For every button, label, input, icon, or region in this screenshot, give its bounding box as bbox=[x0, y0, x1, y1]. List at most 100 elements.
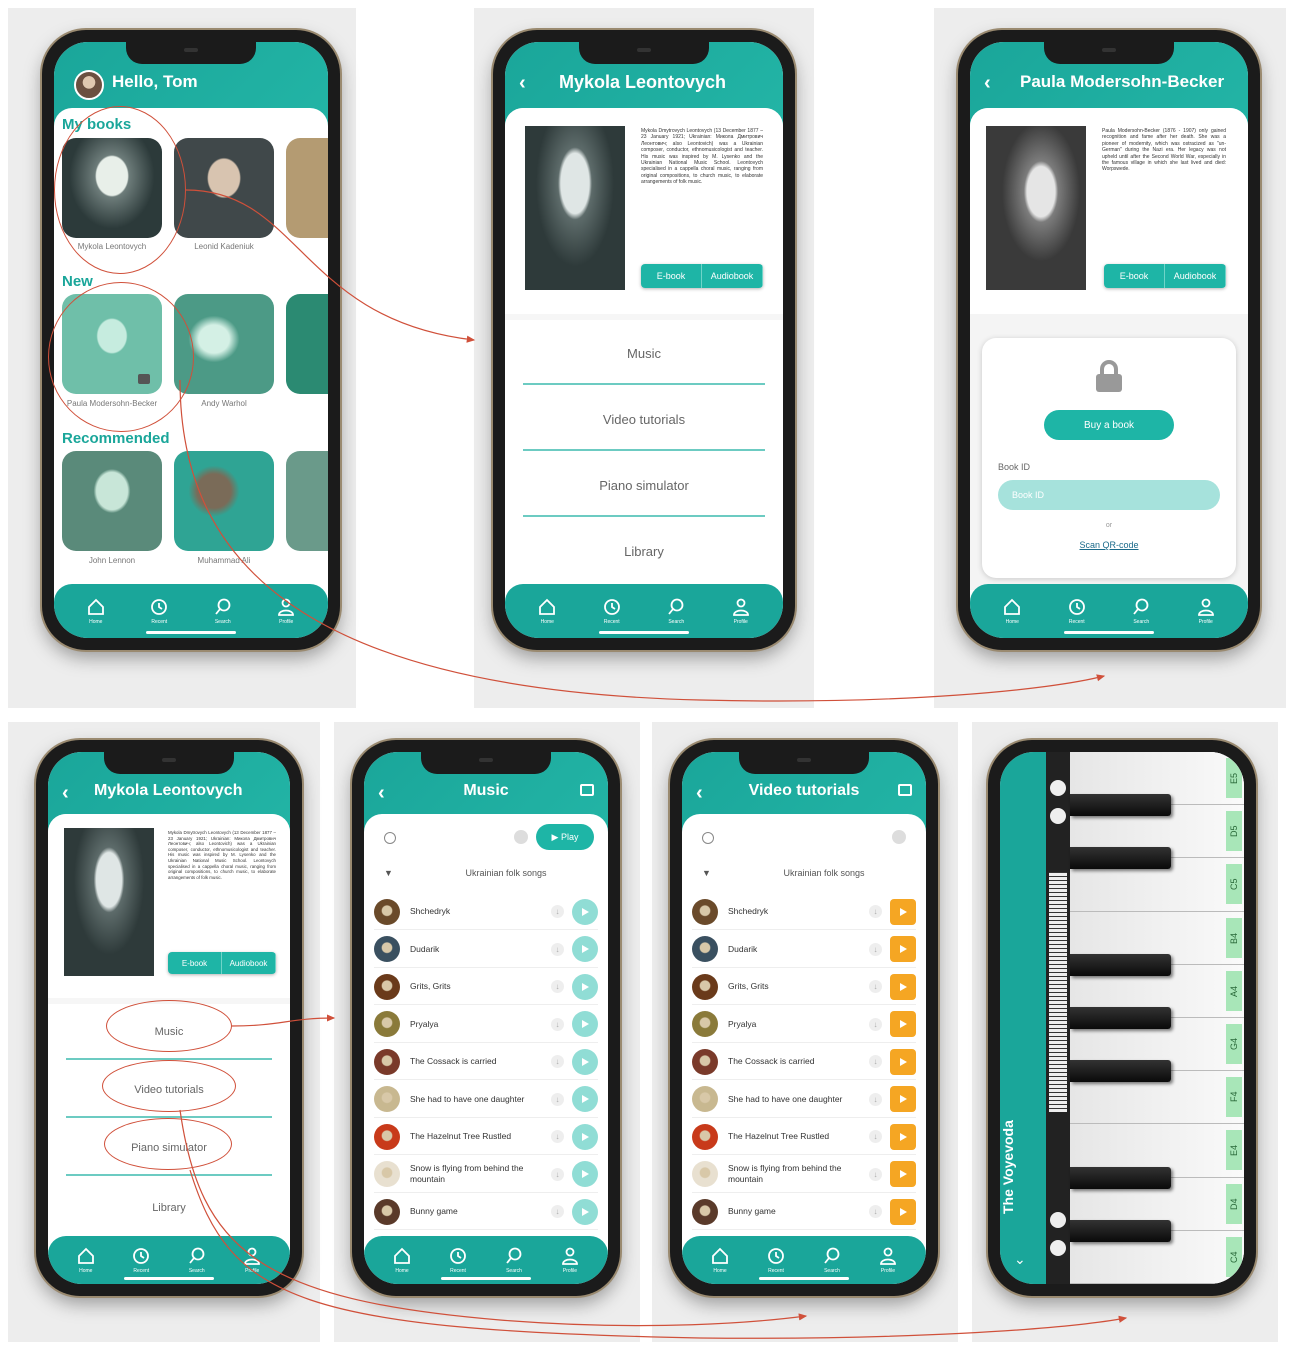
black-key[interactable] bbox=[1070, 953, 1171, 976]
download-all-icon[interactable] bbox=[892, 830, 906, 844]
play-icon[interactable] bbox=[572, 1011, 598, 1037]
tab-profile[interactable]: Profile bbox=[560, 1246, 580, 1274]
download-icon[interactable]: ↓ bbox=[869, 1205, 882, 1218]
play-icon[interactable] bbox=[890, 973, 916, 1000]
download-icon[interactable]: ↓ bbox=[869, 1055, 882, 1068]
download-icon[interactable]: ↓ bbox=[869, 1092, 882, 1106]
shuffle-icon[interactable] bbox=[580, 784, 594, 796]
playlist-header[interactable]: ▼ Ukrainian folk songs bbox=[702, 868, 916, 878]
menu-library[interactable]: Library bbox=[523, 544, 765, 581]
tab-home[interactable]: Home bbox=[710, 1246, 730, 1274]
scroll-down-icon[interactable] bbox=[1050, 1240, 1066, 1256]
ebook-button[interactable]: E-book bbox=[168, 952, 222, 974]
tab-search[interactable]: Search bbox=[187, 1246, 207, 1274]
ebook-button[interactable]: E-book bbox=[1104, 264, 1165, 288]
back-icon[interactable]: ‹ bbox=[62, 782, 69, 805]
play-icon[interactable] bbox=[890, 898, 916, 925]
song-row[interactable]: Pryalya ↓ bbox=[692, 1007, 916, 1043]
book-id-input[interactable]: Book ID bbox=[998, 480, 1220, 510]
song-row[interactable]: The Cossack is carried ↓ bbox=[374, 1044, 598, 1080]
song-row[interactable]: Pryalya ↓ bbox=[374, 1007, 598, 1043]
play-all-button[interactable]: ▶ Play bbox=[536, 824, 594, 850]
song-row[interactable]: She had to have one daughter ↓ bbox=[692, 1082, 916, 1118]
shuffle-icon[interactable] bbox=[898, 784, 912, 796]
song-row[interactable]: She had to have one daughter ↓ bbox=[374, 1082, 598, 1118]
tab-profile[interactable]: Profile bbox=[878, 1246, 898, 1274]
play-icon[interactable] bbox=[572, 1123, 598, 1150]
menu-library[interactable]: Library bbox=[66, 1202, 272, 1236]
menu-video-tutorials[interactable]: Video tutorials bbox=[523, 412, 765, 451]
play-icon[interactable] bbox=[572, 1048, 598, 1075]
song-row[interactable]: Snow is flying from behind the mountain ↓ bbox=[692, 1157, 916, 1193]
download-icon[interactable]: ↓ bbox=[869, 1167, 882, 1181]
download-icon[interactable]: ↓ bbox=[551, 1017, 564, 1031]
song-row[interactable]: Shchedryk ↓ bbox=[374, 894, 598, 930]
book-more[interactable] bbox=[286, 451, 328, 551]
song-row[interactable]: Snow is flying from behind the mountain ↓ bbox=[374, 1157, 598, 1193]
play-icon[interactable] bbox=[572, 1198, 598, 1225]
download-icon[interactable]: ↓ bbox=[551, 1167, 564, 1181]
tab-recent[interactable]: Recent bbox=[149, 597, 169, 625]
audiobook-button[interactable]: Audiobook bbox=[702, 264, 763, 288]
black-key[interactable] bbox=[1070, 1007, 1171, 1029]
play-icon[interactable] bbox=[890, 1123, 916, 1150]
download-icon[interactable]: ↓ bbox=[551, 1205, 564, 1218]
play-icon[interactable] bbox=[572, 973, 598, 1000]
tab-profile[interactable]: Profile bbox=[242, 1246, 262, 1274]
black-key[interactable] bbox=[1070, 847, 1171, 870]
back-icon[interactable]: ‹ bbox=[519, 72, 526, 95]
tab-profile[interactable]: Profile bbox=[731, 597, 751, 625]
song-row[interactable]: Dudarik ↓ bbox=[374, 932, 598, 968]
download-icon[interactable]: ↓ bbox=[551, 1055, 564, 1068]
tab-recent[interactable]: Recent bbox=[1067, 597, 1087, 625]
play-icon[interactable] bbox=[572, 1161, 598, 1187]
download-icon[interactable]: ↓ bbox=[869, 1017, 882, 1031]
search-icon[interactable] bbox=[702, 832, 714, 844]
song-row[interactable]: Grits, Grits ↓ bbox=[692, 969, 916, 1005]
keyboard-minimap[interactable] bbox=[1049, 872, 1067, 1112]
scroll-up-icon[interactable] bbox=[1050, 780, 1066, 796]
tab-profile[interactable]: Profile bbox=[1196, 597, 1216, 625]
play-icon[interactable] bbox=[890, 1011, 916, 1037]
song-row[interactable]: Shchedryk ↓ bbox=[692, 894, 916, 930]
black-key[interactable] bbox=[1070, 1219, 1171, 1242]
book-kadeniuk[interactable] bbox=[174, 138, 274, 238]
download-all-icon[interactable] bbox=[514, 830, 528, 844]
tab-home[interactable]: Home bbox=[1002, 597, 1022, 625]
book-lennon[interactable] bbox=[62, 451, 162, 551]
scroll-down-icon[interactable] bbox=[1050, 1212, 1066, 1228]
book-ali[interactable] bbox=[174, 451, 274, 551]
tab-search[interactable]: Search bbox=[213, 597, 233, 625]
menu-piano-simulator[interactable]: Piano simulator bbox=[523, 478, 765, 517]
tab-home[interactable]: Home bbox=[537, 597, 557, 625]
tab-search[interactable]: Search bbox=[666, 597, 686, 625]
tab-recent[interactable]: Recent bbox=[766, 1246, 786, 1274]
play-icon[interactable] bbox=[890, 1161, 916, 1187]
download-icon[interactable]: ↓ bbox=[551, 1092, 564, 1106]
download-icon[interactable]: ↓ bbox=[869, 942, 882, 956]
playlist-header[interactable]: ▼ Ukrainian folk songs bbox=[384, 868, 598, 878]
play-icon[interactable] bbox=[890, 1198, 916, 1225]
download-icon[interactable]: ↓ bbox=[551, 942, 564, 956]
black-key[interactable] bbox=[1070, 1060, 1171, 1083]
download-icon[interactable]: ↓ bbox=[869, 1130, 882, 1143]
play-icon[interactable] bbox=[572, 936, 598, 962]
avatar[interactable] bbox=[74, 70, 104, 100]
back-icon[interactable]: ‹ bbox=[984, 72, 991, 95]
song-row[interactable]: Bunny game ↓ bbox=[692, 1194, 916, 1230]
download-icon[interactable]: ↓ bbox=[551, 980, 564, 993]
chevron-down-icon[interactable]: ⌄ bbox=[1014, 1251, 1026, 1268]
tab-home[interactable]: Home bbox=[86, 597, 106, 625]
play-icon[interactable] bbox=[890, 1086, 916, 1112]
audiobook-button[interactable]: Audiobook bbox=[222, 952, 276, 974]
tab-search[interactable]: Search bbox=[822, 1246, 842, 1274]
search-icon[interactable] bbox=[384, 832, 396, 844]
song-row[interactable]: Bunny game ↓ bbox=[374, 1194, 598, 1230]
play-icon[interactable] bbox=[572, 1086, 598, 1112]
song-row[interactable]: The Cossack is carried ↓ bbox=[692, 1044, 916, 1080]
book-more[interactable] bbox=[286, 294, 328, 394]
song-row[interactable]: Dudarik ↓ bbox=[692, 932, 916, 968]
buy-book-button[interactable]: Buy a book bbox=[1044, 410, 1174, 440]
black-key[interactable] bbox=[1070, 1166, 1171, 1189]
black-key[interactable] bbox=[1070, 794, 1171, 817]
